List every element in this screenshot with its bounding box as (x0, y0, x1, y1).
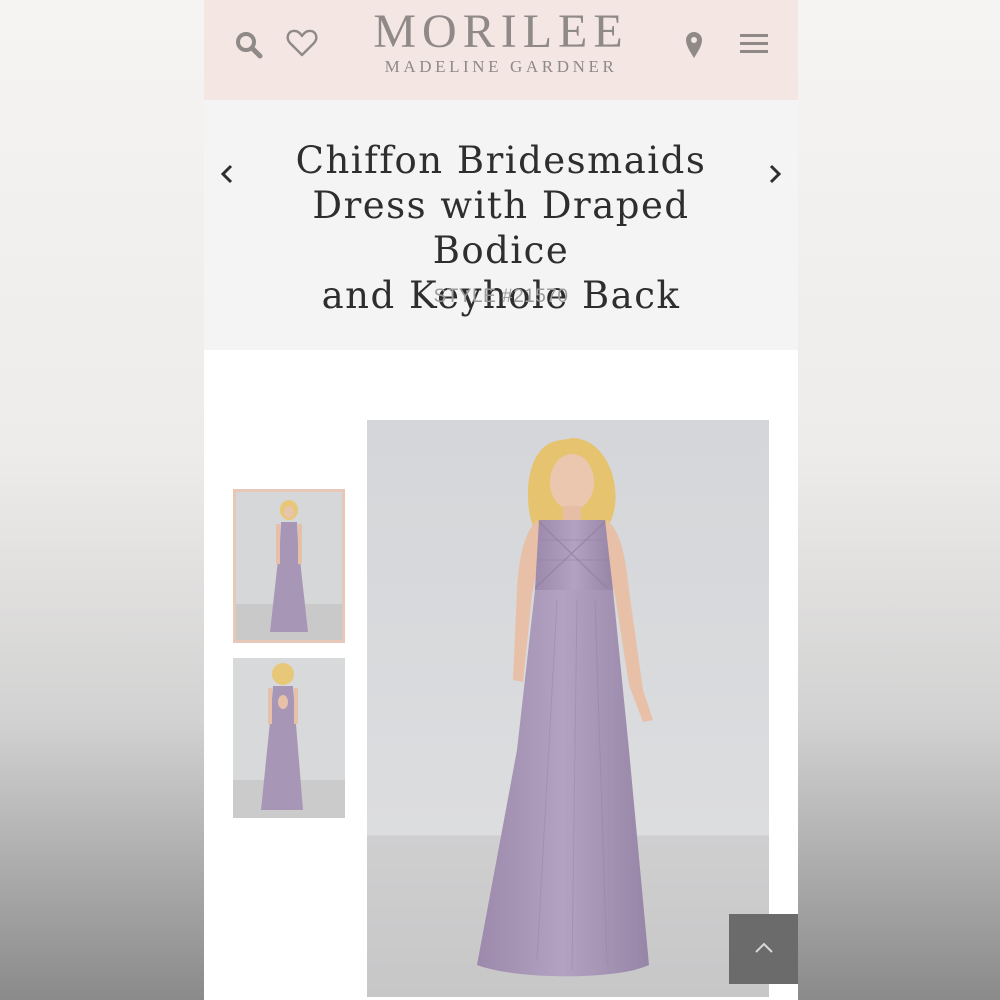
chevron-up-icon (755, 942, 773, 953)
map-pin-icon[interactable] (683, 29, 705, 59)
background-left (0, 0, 204, 1000)
hamburger-menu-icon[interactable] (740, 33, 768, 55)
logo-sub-text: MADELINE GARDNER (384, 57, 618, 76)
search-icon[interactable] (234, 30, 264, 60)
logo-main-text: MORILEE (373, 5, 629, 58)
product-title-section: Chiffon Bridesmaids Dress with Draped Bo… (204, 100, 798, 350)
thumbnail-back[interactable] (233, 658, 345, 818)
scroll-to-top-button[interactable] (729, 914, 798, 984)
site-header: MORILEE MADELINE GARDNER (204, 0, 798, 100)
heart-icon[interactable] (286, 28, 318, 58)
background-right (798, 0, 1000, 1000)
chevron-left-icon[interactable] (218, 162, 238, 186)
brand-logo[interactable]: MORILEE MADELINE GARDNER (334, 6, 668, 76)
main-product-image[interactable] (367, 420, 769, 997)
chevron-right-icon[interactable] (764, 162, 784, 186)
style-number: STYLE #21570 (433, 286, 569, 307)
product-title-line: Dress with Draped Bodice (312, 184, 690, 272)
thumbnail-front[interactable] (233, 489, 345, 643)
page-viewport: MORILEE MADELINE GARDNER Chiffon Bridesm… (204, 0, 798, 1000)
product-title-line: Chiffon Bridesmaids (295, 139, 707, 182)
